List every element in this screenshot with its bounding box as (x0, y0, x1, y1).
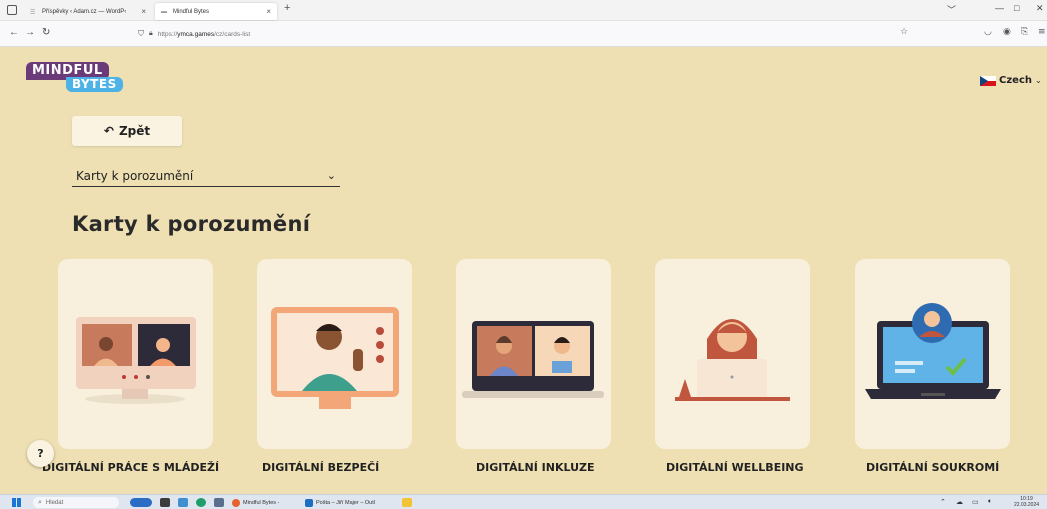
maximize-button[interactable]: □ (1014, 3, 1019, 13)
account-icon[interactable]: ◉ (1003, 27, 1011, 37)
widgets-icon[interactable] (130, 498, 152, 507)
browser-nav-bar: ← → ↻ ⛉ 🔒︎ https:// ymca.games /cz/cards… (0, 21, 1047, 47)
windows-taskbar: ⌕ Hledat Mindful Bytes - Pošta – Jiří Ma… (0, 494, 1047, 509)
chevron-down-icon: ⌄ (326, 169, 336, 182)
close-window-button[interactable]: ✕ (1036, 3, 1044, 14)
card-digital-privacy[interactable] (855, 259, 1010, 449)
close-tab-icon[interactable]: × (141, 7, 146, 16)
taskbar-search-placeholder: Hledat (45, 499, 64, 506)
volume-icon[interactable]: 🔈︎ (988, 498, 992, 506)
url-prefix: https:// (157, 30, 178, 38)
card-label: DIGITÁLNÍ SOUKROMÍ (866, 461, 1000, 474)
browser-tab-bar: ☰ Příspěvky ‹ Adam.cz — WordP‹ × ▬ Mindf… (0, 0, 1047, 21)
back-button-label: Zpět (118, 124, 151, 138)
tab-mindful-bytes[interactable]: ▬ Mindful Bytes × (155, 3, 277, 20)
windows-start-icon[interactable] (12, 498, 21, 507)
outlook-icon (305, 498, 313, 507)
tray-chevron-icon[interactable]: ⌃ (940, 498, 946, 506)
language-label: Czech (999, 75, 1032, 86)
card-digital-safety[interactable] (257, 259, 412, 449)
task-view-icon[interactable] (160, 498, 170, 507)
czech-flag-icon (980, 75, 996, 86)
url-path: /cz/cards-list (214, 30, 251, 38)
woman-with-laptop-icon (675, 319, 790, 401)
taskbar-app-outlook[interactable]: Pošta – Jiří Majer – Outl (305, 497, 375, 508)
taskbar-app-label: Mindful Bytes - (243, 499, 280, 506)
laptop-video-call-icon (462, 321, 604, 398)
file-explorer-icon[interactable] (214, 498, 224, 507)
language-selector[interactable]: Czech ⌄ (980, 75, 1042, 86)
taskbar-app-firefox[interactable]: Mindful Bytes - (232, 497, 279, 508)
card-label: DIGITÁLNÍ INKLUZE (476, 461, 595, 474)
minimize-button[interactable]: — (995, 3, 1004, 13)
card-digital-inclusion[interactable] (456, 259, 611, 449)
card-digital-youth-work[interactable] (58, 259, 213, 449)
chevron-down-icon: ⌄ (1035, 76, 1042, 85)
bookmark-star-icon[interactable]: ☆ (900, 27, 908, 37)
store-icon[interactable] (178, 498, 188, 507)
video-call-monitor-icon (76, 317, 196, 404)
forward-arrow-icon[interactable]: → (25, 27, 35, 38)
folder-icon[interactable] (402, 498, 412, 507)
card-label: DIGITÁLNÍ BEZPEČÍ (262, 461, 380, 474)
card-label: DIGITÁLNÍ PRÁCE S MLÁDEŽÍ (42, 461, 220, 474)
taskbar-app-label: Pošta – Jiří Majer – Outl (316, 499, 375, 506)
card-label: DIGITÁLNÍ WELLBEING (666, 461, 804, 474)
back-button[interactable]: ↶ Zpět (72, 116, 182, 146)
page-title: Karty k porozumění (72, 212, 311, 236)
shield-icon[interactable]: ⛉ (138, 29, 144, 39)
display-icon[interactable]: ▭ (972, 498, 979, 506)
back-arrow-icon[interactable]: ← (9, 27, 19, 38)
clock-date: 22.03.2024 (1014, 502, 1040, 508)
mindful-favicon-icon: ▬ (161, 8, 167, 15)
tab-wordpress[interactable]: ☰ Příspěvky ‹ Adam.cz — WordP‹ × (24, 3, 152, 20)
help-button[interactable]: ? (27, 440, 54, 467)
category-select[interactable]: Karty k porozumění ⌄ (72, 165, 340, 187)
taskbar-clock[interactable]: 10:19 22.03.2024 (1014, 496, 1039, 508)
mindful-bytes-logo[interactable]: MINDFUL BYTES (26, 59, 123, 92)
logo-line-2: BYTES (66, 77, 123, 92)
address-bar[interactable]: ⛉ 🔒︎ https:// ymca.games /cz/cards-list (130, 25, 890, 43)
menu-icon[interactable]: ≡ (1038, 27, 1046, 37)
reload-icon[interactable]: ↻ (42, 27, 50, 38)
lock-icon[interactable]: 🔒︎ (149, 30, 153, 38)
tab-label: Příspěvky ‹ Adam.cz — WordP‹ (42, 8, 127, 15)
firefox-icon (232, 498, 240, 507)
taskbar-search-input[interactable]: ⌕ Hledat (33, 497, 119, 508)
category-select-value: Karty k porozumění (76, 168, 194, 183)
waving-person-monitor-icon (271, 307, 399, 409)
pocket-icon[interactable]: ◡ (984, 27, 992, 37)
new-tab-button[interactable]: + (284, 2, 290, 14)
tab-overflow-icon[interactable]: ﹀ (947, 3, 956, 16)
edge-icon[interactable] (196, 498, 206, 507)
card-digital-wellbeing[interactable] (655, 259, 810, 449)
search-icon: ⌕ (38, 498, 42, 506)
wordpress-favicon-icon: ☰ (30, 9, 36, 16)
tab-list-icon[interactable] (7, 5, 17, 15)
network-icon[interactable]: ☁ (956, 498, 963, 506)
url-host: ymca.games (177, 30, 215, 38)
close-tab-icon[interactable]: × (266, 7, 271, 16)
extensions-icon[interactable]: ⎘ (1021, 27, 1028, 37)
tab-label: Mindful Bytes (173, 8, 210, 15)
laptop-user-check-icon (865, 303, 1001, 399)
undo-arrow-icon: ↶ (103, 124, 114, 138)
